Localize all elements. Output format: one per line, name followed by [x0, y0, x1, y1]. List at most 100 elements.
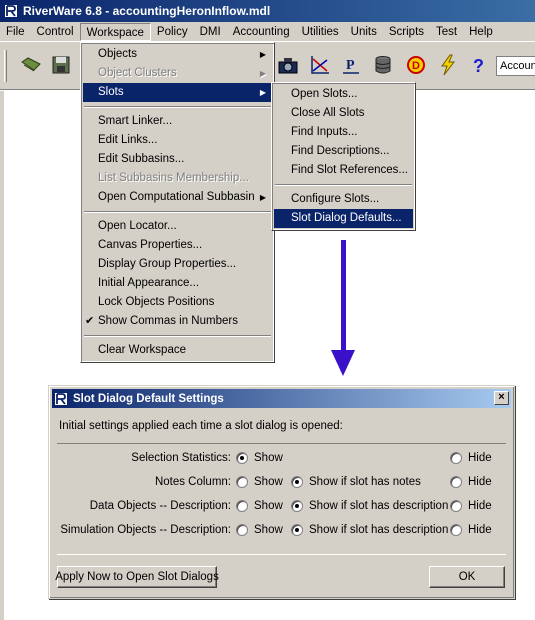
radio-show-if-description[interactable]: Show if slot has description [291, 500, 448, 512]
setting-label: Notes Column: [154, 476, 231, 488]
dialog-description: Initial settings applied each time a slo… [59, 420, 343, 432]
menu-item-objects[interactable]: Objects ▶ [83, 45, 272, 64]
radio-button[interactable] [450, 524, 462, 536]
menu-item-lock-objects-positions[interactable]: Lock Objects Positions [83, 293, 272, 312]
menu-item-list-subbasins-membership: List Subbasins Membership... [98, 172, 249, 184]
menu-item-find-slot-references[interactable]: Find Slot References... [274, 161, 413, 180]
radio-show[interactable]: Show [236, 524, 283, 536]
radio-show[interactable]: Show [236, 476, 283, 488]
menu-item-display-group-properties[interactable]: Display Group Properties... [83, 255, 272, 274]
workspace-menu: Objects ▶ Object Clusters ▶ Slots ▶ Smart L… [80, 42, 275, 363]
menu-separator [84, 335, 271, 337]
window-title: RiverWare 6.8 - accountingHeronInflow.md… [23, 4, 271, 18]
menu-bar: File Control Workspace Policy DMI Accoun… [0, 22, 535, 42]
radio-button[interactable] [236, 500, 248, 512]
setting-label: Data Objects -- Description: [89, 500, 231, 512]
menu-accounting[interactable]: Accounting [227, 23, 296, 41]
account-combo-field[interactable]: Accoun [496, 56, 535, 76]
setting-row-data-objects-description: Data Objects -- Description: Show Show i… [57, 498, 506, 516]
menu-control[interactable]: Control [31, 23, 80, 41]
menu-item-open-slots[interactable]: Open Slots... [274, 85, 413, 104]
radio-hide[interactable]: Hide [450, 500, 492, 512]
radio-hide[interactable]: Hide [450, 452, 492, 464]
menu-item-open-computational-subbasin[interactable]: Open Computational Subbasin ▶ [83, 188, 272, 207]
help-question-icon[interactable]: ? [466, 52, 492, 78]
setting-row-notes-column: Notes Column: Show Show if slot has note… [57, 474, 506, 492]
menu-item-close-all-slots[interactable]: Close All Slots [274, 104, 413, 123]
menu-units[interactable]: Units [345, 23, 383, 41]
window-title-bar: RiverWare 6.8 - accountingHeronInflow.md… [0, 0, 535, 22]
riverware-logo-icon [54, 391, 68, 406]
menu-item-edit-links[interactable]: Edit Links... [83, 131, 272, 150]
menu-utilities[interactable]: Utilities [296, 23, 345, 41]
menu-item-object-clusters: Object Clusters ▶ [83, 64, 272, 83]
menu-item-slots[interactable]: Slots ▶ [83, 83, 272, 102]
radio-button[interactable] [236, 524, 248, 536]
svg-text:?: ? [473, 56, 484, 76]
lightning-icon[interactable] [435, 52, 461, 78]
submenu-arrow-icon: ▶ [259, 193, 266, 202]
apply-now-button[interactable]: Apply Now to Open Slot Dialogs [55, 566, 219, 588]
close-icon[interactable]: × [494, 391, 509, 405]
menu-workspace[interactable]: Workspace [79, 22, 151, 41]
svg-text:P: P [346, 58, 355, 73]
radio-show[interactable]: Show [236, 500, 283, 512]
radio-button[interactable] [291, 500, 303, 512]
menu-item-edit-subbasins[interactable]: Edit Subbasins... [83, 150, 272, 169]
menu-item-show-commas-in-numbers[interactable]: ✔ Show Commas in Numbers [83, 312, 272, 331]
radio-show[interactable]: Show [236, 452, 283, 464]
radio-hide[interactable]: Hide [450, 524, 492, 536]
toolbar-grip[interactable] [4, 50, 7, 82]
radio-button[interactable] [291, 476, 303, 488]
radio-button[interactable] [450, 452, 462, 464]
radio-show-if-notes[interactable]: Show if slot has notes [291, 476, 421, 488]
menu-item-open-locator[interactable]: Open Locator... [83, 217, 272, 236]
radio-button[interactable] [450, 476, 462, 488]
camera-icon[interactable] [275, 52, 301, 78]
menu-item-find-descriptions[interactable]: Find Descriptions... [274, 142, 413, 161]
menu-help[interactable]: Help [463, 23, 499, 41]
settings-group: Selection Statistics: Show Hide Notes Co… [57, 443, 506, 555]
submenu-arrow-icon: ▶ [259, 88, 266, 97]
dmi-d-icon[interactable]: D [403, 52, 429, 78]
setting-row-selection-statistics: Selection Statistics: Show Hide [57, 450, 506, 468]
radio-show-if-description[interactable]: Show if slot has description [291, 524, 448, 536]
submenu-arrow-icon: ▶ [259, 69, 266, 78]
dialog-title-bar: Slot Dialog Default Settings × [52, 389, 511, 408]
menu-item-find-inputs[interactable]: Find Inputs... [274, 123, 413, 142]
svg-text:D: D [412, 60, 420, 72]
menu-file[interactable]: File [0, 23, 31, 41]
menu-separator [275, 184, 412, 186]
checkmark-icon: ✔ [85, 315, 95, 327]
database-icon[interactable] [370, 52, 396, 78]
setting-row-simulation-objects-description: Simulation Objects -- Description: Show … [57, 522, 506, 540]
radio-hide[interactable]: Hide [450, 476, 492, 488]
menu-item-smart-linker[interactable]: Smart Linker... [83, 112, 272, 131]
plot-chart-icon[interactable] [307, 52, 333, 78]
policy-p-icon[interactable]: P [338, 52, 364, 78]
menu-item-slot-dialog-defaults[interactable]: Slot Dialog Defaults... [274, 209, 413, 228]
menu-separator [84, 211, 271, 213]
radio-button[interactable] [291, 524, 303, 536]
save-disk-icon[interactable] [48, 52, 74, 78]
open-folder-icon[interactable] [18, 52, 44, 78]
menu-item-clear-workspace[interactable]: Clear Workspace [83, 341, 272, 360]
riverware-logo-icon [4, 4, 18, 18]
slots-submenu: Open Slots... Close All Slots Find Input… [271, 82, 416, 231]
menu-item-initial-appearance[interactable]: Initial Appearance... [83, 274, 272, 293]
submenu-arrow-icon: ▶ [259, 50, 266, 59]
menu-dmi[interactable]: DMI [194, 23, 227, 41]
slot-dialog-defaults-dialog: Slot Dialog Default Settings × Initial s… [48, 385, 515, 599]
menu-item-configure-slots[interactable]: Configure Slots... [274, 190, 413, 209]
radio-button[interactable] [236, 476, 248, 488]
menu-policy[interactable]: Policy [151, 23, 194, 41]
menu-separator [84, 106, 271, 108]
setting-label: Selection Statistics: [131, 452, 231, 464]
dialog-title: Slot Dialog Default Settings [73, 392, 224, 405]
radio-button[interactable] [236, 452, 248, 464]
menu-test[interactable]: Test [430, 23, 463, 41]
menu-item-canvas-properties[interactable]: Canvas Properties... [83, 236, 272, 255]
menu-scripts[interactable]: Scripts [383, 23, 430, 41]
radio-button[interactable] [450, 500, 462, 512]
ok-button[interactable]: OK [429, 566, 505, 588]
